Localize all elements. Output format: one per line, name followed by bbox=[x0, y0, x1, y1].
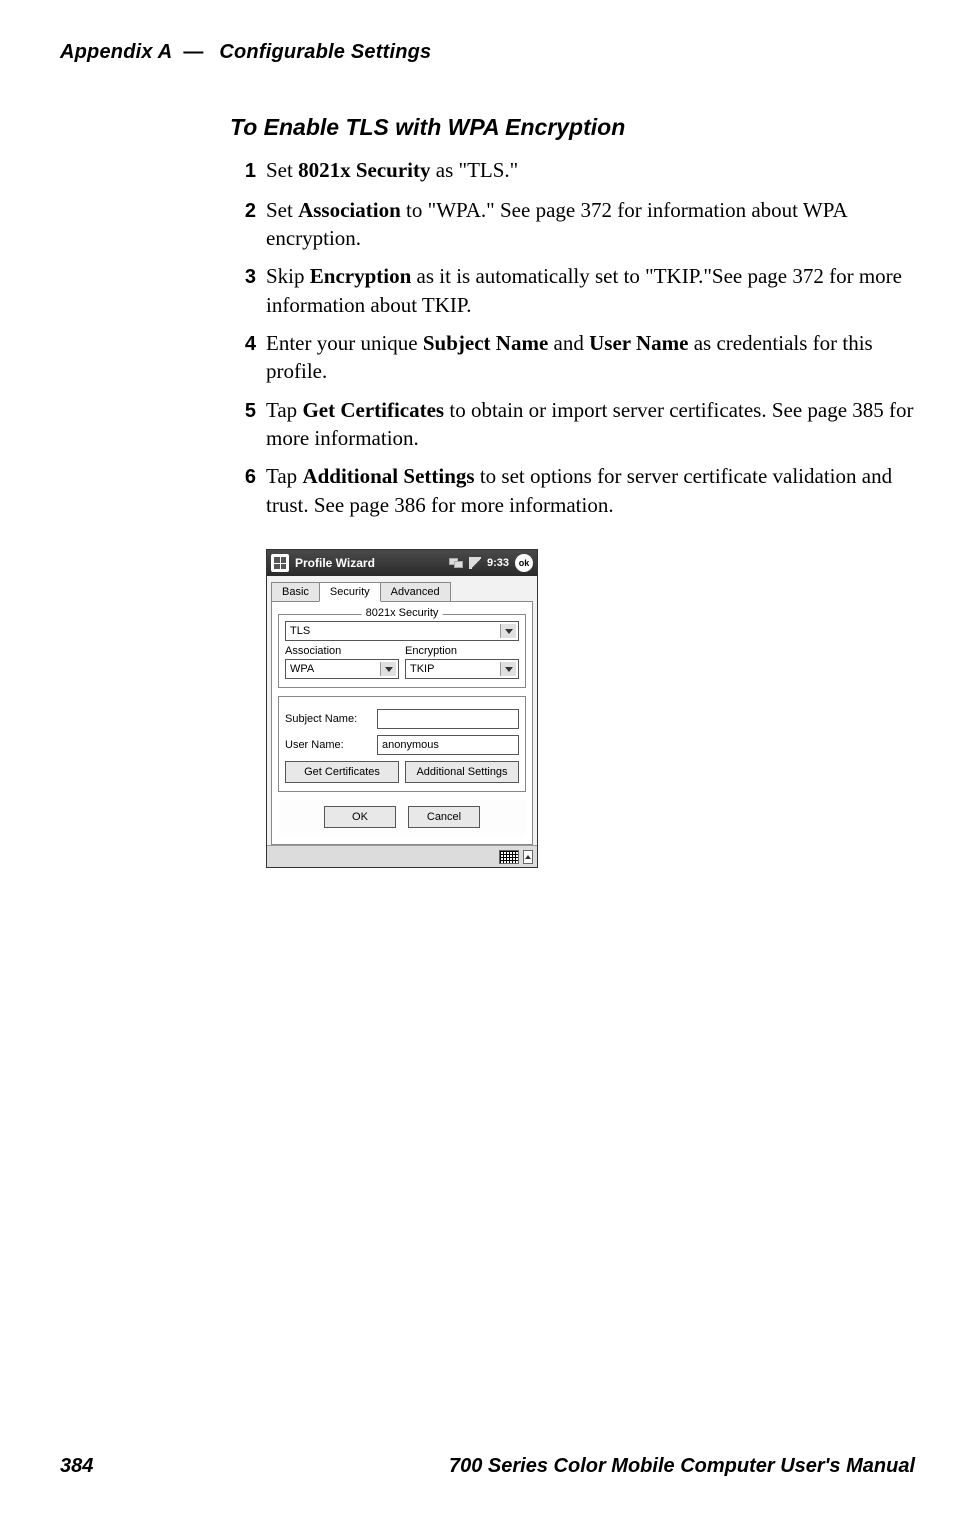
step-number: 4 bbox=[230, 329, 256, 359]
chevron-down-icon[interactable] bbox=[380, 662, 396, 676]
dialog-actions: OK Cancel bbox=[278, 800, 526, 836]
device-screenshot: Profile Wizard 9:33 ok Basic Security Ad… bbox=[266, 549, 538, 868]
arrow-up-icon[interactable] bbox=[523, 850, 533, 864]
get-certificates-button[interactable]: Get Certificates bbox=[285, 761, 399, 783]
step-body: Enter your unique Subject Name and User … bbox=[266, 329, 920, 386]
step-6: 6 Tap Additional Settings to set options… bbox=[230, 462, 920, 519]
keyboard-icon[interactable] bbox=[499, 850, 519, 864]
credentials-group: Subject Name: User Name: anonymous Get C… bbox=[278, 696, 526, 792]
association-label: Association bbox=[285, 645, 399, 657]
appendix-label: Appendix A bbox=[60, 41, 172, 63]
dash: — bbox=[183, 41, 203, 63]
window-title: Profile Wizard bbox=[295, 556, 449, 570]
section-name: Configurable Settings bbox=[219, 41, 431, 63]
page-number: 384 bbox=[60, 1456, 93, 1476]
ok-badge[interactable]: ok bbox=[515, 554, 533, 572]
step-body: Set 8021x Security as "TLS." bbox=[266, 156, 518, 184]
step-3: 3 Skip Encryption as it is automatically… bbox=[230, 262, 920, 319]
user-name-label: User Name: bbox=[285, 739, 377, 751]
cancel-button[interactable]: Cancel bbox=[408, 806, 480, 828]
step-body: Tap Additional Settings to set options f… bbox=[266, 462, 920, 519]
sip-bar bbox=[267, 845, 537, 867]
step-2: 2 Set Association to "WPA." See page 372… bbox=[230, 196, 920, 253]
encryption-select[interactable]: TKIP bbox=[405, 659, 519, 679]
security-value: TLS bbox=[290, 625, 310, 637]
subject-name-input[interactable] bbox=[377, 709, 519, 729]
association-value: WPA bbox=[290, 663, 314, 675]
network-icon[interactable] bbox=[449, 558, 463, 568]
additional-settings-button[interactable]: Additional Settings bbox=[405, 761, 519, 783]
step-1: 1 Set 8021x Security as "TLS." bbox=[230, 156, 920, 186]
step-number: 1 bbox=[230, 156, 256, 186]
user-name-input[interactable]: anonymous bbox=[377, 735, 519, 755]
chevron-down-icon[interactable] bbox=[500, 624, 516, 638]
tab-basic[interactable]: Basic bbox=[271, 582, 320, 602]
step-number: 2 bbox=[230, 196, 256, 226]
clock[interactable]: 9:33 bbox=[487, 557, 509, 569]
security-group: 8021x Security TLS Association WPA bbox=[278, 614, 526, 688]
encryption-label: Encryption bbox=[405, 645, 519, 657]
step-5: 5 Tap Get Certificates to obtain or impo… bbox=[230, 396, 920, 453]
security-select[interactable]: TLS bbox=[285, 621, 519, 641]
step-list: 1 Set 8021x Security as "TLS." 2 Set Ass… bbox=[230, 156, 920, 519]
volume-icon[interactable] bbox=[469, 557, 481, 569]
association-select[interactable]: WPA bbox=[285, 659, 399, 679]
page-footer: 384 700 Series Color Mobile Computer Use… bbox=[60, 1456, 915, 1476]
step-number: 6 bbox=[230, 462, 256, 492]
step-number: 3 bbox=[230, 262, 256, 292]
subject-name-label: Subject Name: bbox=[285, 713, 377, 725]
titlebar: Profile Wizard 9:33 ok bbox=[267, 550, 537, 576]
tab-advanced[interactable]: Advanced bbox=[380, 582, 451, 602]
section-title: To Enable TLS with WPA Encryption bbox=[230, 114, 920, 142]
page: Appendix A — Configurable Settings To En… bbox=[0, 0, 975, 1521]
tab-panel: 8021x Security TLS Association WPA bbox=[271, 601, 533, 845]
encryption-value: TKIP bbox=[410, 663, 434, 675]
tray-icons: 9:33 ok bbox=[449, 554, 533, 572]
content: To Enable TLS with WPA Encryption 1 Set … bbox=[230, 114, 920, 868]
ok-button[interactable]: OK bbox=[324, 806, 396, 828]
step-number: 5 bbox=[230, 396, 256, 426]
step-4: 4 Enter your unique Subject Name and Use… bbox=[230, 329, 920, 386]
step-body: Set Association to "WPA." See page 372 f… bbox=[266, 196, 920, 253]
step-body: Tap Get Certificates to obtain or import… bbox=[266, 396, 920, 453]
device-body: Basic Security Advanced 8021x Security T… bbox=[267, 576, 537, 845]
start-flag-icon[interactable] bbox=[271, 554, 289, 572]
manual-title: 700 Series Color Mobile Computer User's … bbox=[449, 1456, 915, 1476]
tab-bar: Basic Security Advanced bbox=[271, 580, 533, 602]
tab-security[interactable]: Security bbox=[319, 582, 381, 602]
chevron-down-icon[interactable] bbox=[500, 662, 516, 676]
group-title: 8021x Security bbox=[362, 607, 443, 619]
running-head: Appendix A — Configurable Settings bbox=[60, 40, 915, 64]
step-body: Skip Encryption as it is automatically s… bbox=[266, 262, 920, 319]
